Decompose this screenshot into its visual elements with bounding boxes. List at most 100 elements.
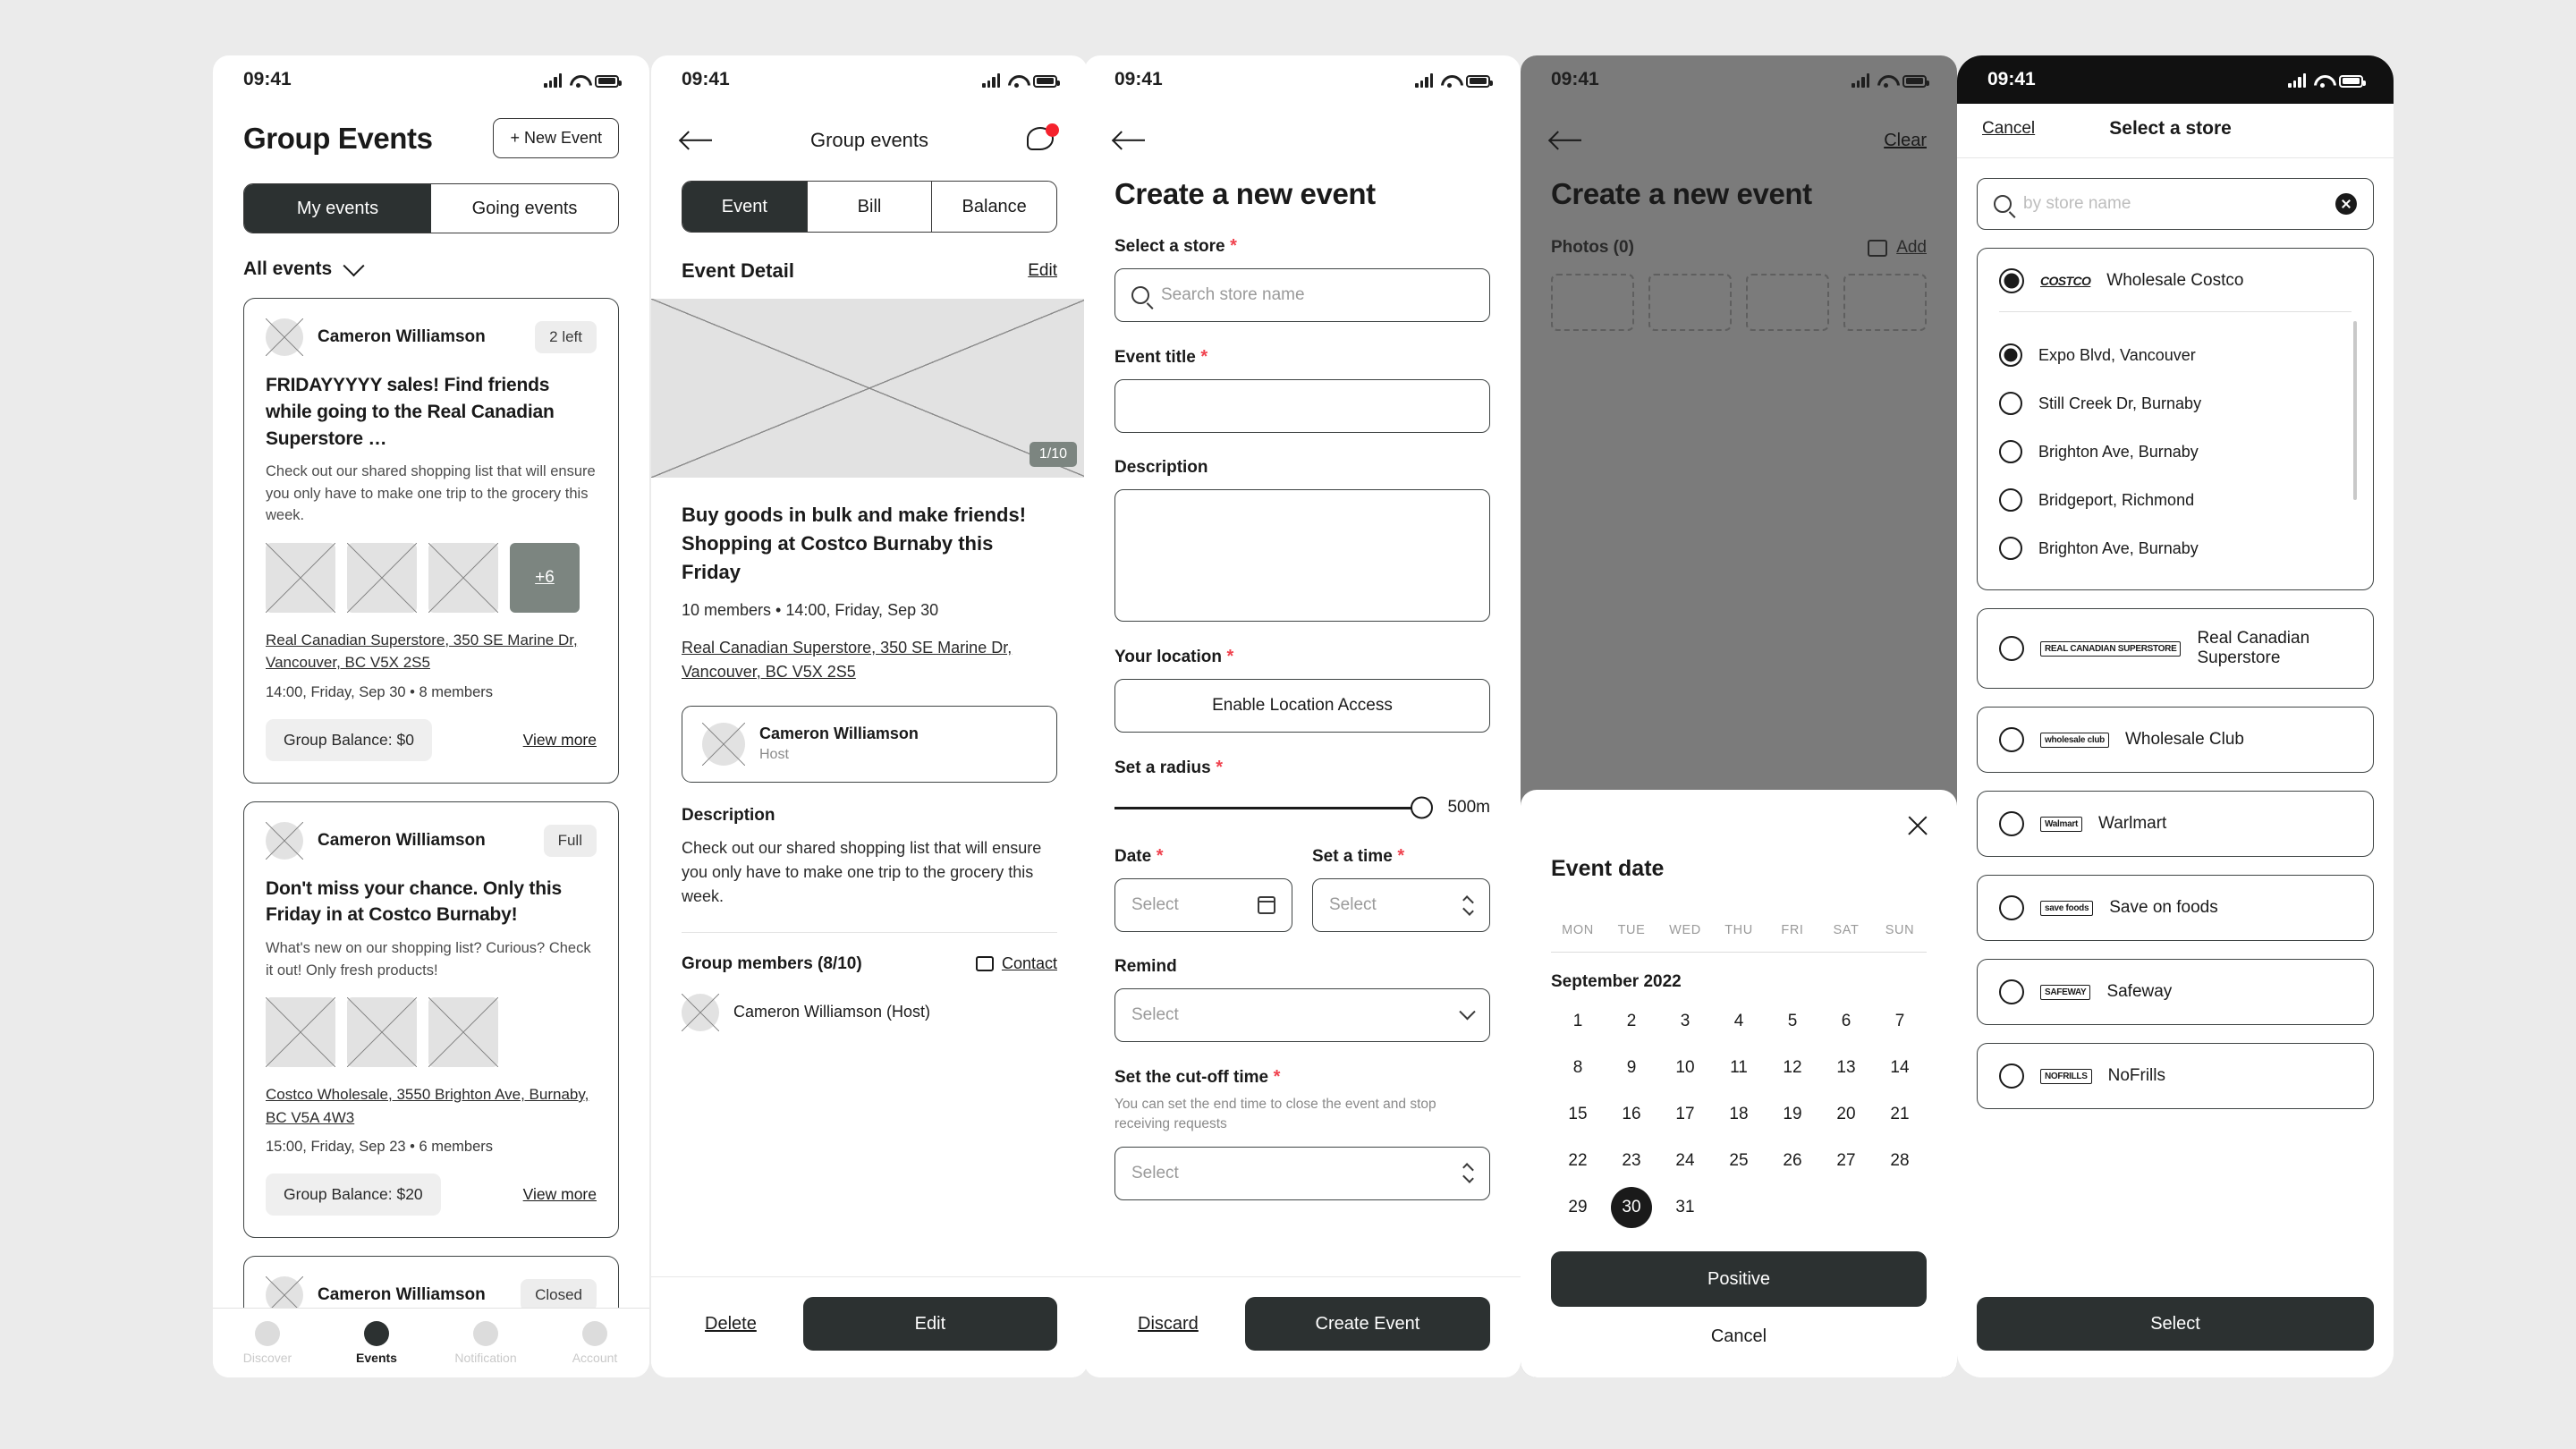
store-radio[interactable] [1999, 1063, 2024, 1089]
calendar-day[interactable]: 26 [1766, 1140, 1819, 1182]
calendar-day[interactable]: 9 [1605, 1047, 1658, 1089]
member-list-item[interactable]: Cameron Williamson (Host) [682, 993, 1057, 1031]
photo-slot[interactable] [1648, 274, 1732, 331]
branch-radio[interactable] [1999, 392, 2022, 415]
host-card[interactable]: Cameron Williamson Host [682, 705, 1057, 783]
more-photos-button[interactable]: +6 [510, 542, 580, 613]
create-event-button[interactable]: Create Event [1244, 1297, 1490, 1351]
radius-slider[interactable]: 500m [1114, 796, 1490, 819]
branch-radio[interactable] [1999, 440, 2022, 463]
store-row[interactable]: save foods Save on foods [1999, 895, 2351, 920]
calendar-day[interactable]: 19 [1766, 1094, 1819, 1135]
store-radio[interactable] [1999, 636, 2024, 661]
delete-button[interactable]: Delete [682, 1314, 780, 1335]
calendar-day[interactable]: 30 [1611, 1187, 1652, 1228]
store-row[interactable]: REAL CANADIAN SUPERSTORE Real Canadian Su… [1999, 629, 2351, 668]
clear-link[interactable]: Clear [1884, 131, 1927, 151]
store-branch-item[interactable]: Still Creek Dr, Burnaby [1999, 382, 2351, 425]
new-event-button[interactable]: + New Event [493, 118, 619, 158]
enable-location-access-button[interactable]: Enable Location Access [1114, 679, 1490, 733]
tab-balance[interactable]: Balance [931, 182, 1056, 232]
store-row[interactable]: Walmart Warlmart [1999, 811, 2351, 836]
store-list-item[interactable]: Walmart Warlmart [1977, 791, 2374, 857]
description-textarea[interactable] [1114, 489, 1490, 622]
branch-scrollbar[interactable] [2353, 321, 2357, 500]
calendar-day[interactable]: 8 [1551, 1047, 1605, 1089]
calendar-day[interactable]: 15 [1551, 1094, 1605, 1135]
store-list-item[interactable]: SAFEWAY Safeway [1977, 959, 2374, 1025]
event-card[interactable]: Cameron Williamson Full Don't miss your … [243, 801, 619, 1239]
calendar-day[interactable]: 4 [1712, 1001, 1766, 1042]
calendar-day[interactable]: 10 [1658, 1047, 1712, 1089]
store-branch-item[interactable]: Brighton Ave, Burnaby [1999, 430, 2351, 473]
calendar-day[interactable]: 2 [1605, 1001, 1658, 1042]
calendar-day[interactable]: 13 [1819, 1047, 1873, 1089]
confirm-date-button[interactable]: Positive [1551, 1251, 1927, 1307]
store-radio[interactable] [1999, 979, 2024, 1004]
select-store-button[interactable]: Select [1977, 1297, 2374, 1351]
cancel-button[interactable]: Cancel [1982, 119, 2035, 139]
tab-account[interactable]: Account [540, 1309, 649, 1377]
event-hero-image[interactable]: 1/10 [651, 299, 1088, 478]
contact-button[interactable]: Contact [975, 954, 1057, 973]
view-more-link[interactable]: View more [523, 1185, 597, 1204]
store-radio[interactable] [1999, 268, 2024, 293]
calendar-day[interactable]: 16 [1605, 1094, 1658, 1135]
tab-going-events[interactable]: Going events [431, 184, 618, 233]
edit-button[interactable]: Edit [802, 1297, 1057, 1351]
photo-slot[interactable] [1746, 274, 1829, 331]
branch-radio[interactable] [1999, 488, 2022, 512]
add-photo-button[interactable]: Add [1868, 238, 1927, 258]
store-list-item[interactable]: COSTCO Wholesale Costco Expo Blvd, Vancouv… [1977, 248, 2374, 590]
event-card[interactable]: Cameron Williamson 2 left FRIDAYYYYY sal… [243, 298, 619, 784]
calendar-day[interactable]: 29 [1551, 1187, 1605, 1228]
calendar-day[interactable]: 1 [1551, 1001, 1605, 1042]
store-branch-item[interactable]: Expo Blvd, Vancouver [1999, 334, 2351, 377]
calendar-day[interactable]: 23 [1605, 1140, 1658, 1182]
tab-notification[interactable]: Notification [431, 1309, 540, 1377]
calendar-day[interactable]: 3 [1658, 1001, 1712, 1042]
discard-button[interactable]: Discard [1114, 1314, 1222, 1335]
view-more-link[interactable]: View more [523, 731, 597, 750]
photo-thumbnail[interactable] [428, 997, 498, 1068]
branch-radio[interactable] [1999, 537, 2022, 560]
photo-thumbnail[interactable] [266, 542, 335, 613]
calendar-day[interactable]: 7 [1873, 1001, 1927, 1042]
store-branch-item[interactable]: Brighton Ave, Burnaby [1999, 527, 2351, 570]
close-icon[interactable] [1905, 813, 1930, 838]
photo-thumbnail[interactable] [266, 997, 335, 1068]
store-row[interactable]: SAFEWAY Safeway [1999, 979, 2351, 1004]
slider-knob[interactable] [1411, 796, 1434, 819]
calendar-day[interactable]: 5 [1766, 1001, 1819, 1042]
slider-track[interactable] [1114, 796, 1434, 819]
calendar-day[interactable]: 25 [1712, 1140, 1766, 1182]
photo-thumbnail[interactable] [347, 542, 417, 613]
store-list-item[interactable]: wholesale club Wholesale Club [1977, 707, 2374, 773]
tab-discover[interactable]: Discover [213, 1309, 322, 1377]
store-list-item[interactable]: REAL CANADIAN SUPERSTORE Real Canadian Su… [1977, 608, 2374, 689]
store-radio[interactable] [1999, 727, 2024, 752]
store-row[interactable]: COSTCO Wholesale Costco [1999, 268, 2351, 293]
event-title-input[interactable] [1114, 379, 1490, 433]
calendar-day[interactable]: 14 [1873, 1047, 1927, 1089]
event-address-link[interactable]: Real Canadian Superstore, 350 SE Marine … [266, 629, 597, 674]
event-address-link[interactable]: Costco Wholesale, 3550 Brighton Ave, Bur… [266, 1083, 597, 1129]
calendar-day[interactable]: 24 [1658, 1140, 1712, 1182]
calendar-day[interactable]: 12 [1766, 1047, 1819, 1089]
photo-thumbnail[interactable] [428, 542, 498, 613]
cutoff-select[interactable]: Select [1114, 1146, 1490, 1200]
store-search-input[interactable]: by store name [1977, 178, 2374, 230]
calendar-day[interactable]: 31 [1658, 1187, 1712, 1228]
calendar-day[interactable]: 6 [1819, 1001, 1873, 1042]
calendar-day[interactable]: 22 [1551, 1140, 1605, 1182]
chat-notification-icon[interactable] [1027, 123, 1059, 154]
store-radio[interactable] [1999, 895, 2024, 920]
tab-bill[interactable]: Bill [806, 182, 932, 232]
back-arrow-icon[interactable] [1551, 131, 1581, 150]
photo-slot[interactable] [1551, 274, 1634, 331]
photo-thumbnail[interactable] [347, 997, 417, 1068]
edit-link[interactable]: Edit [1028, 261, 1057, 281]
event-address-link[interactable]: Real Canadian Superstore, 350 SE Marine … [682, 636, 1057, 684]
cancel-date-button[interactable]: Cancel [1551, 1326, 1927, 1347]
branch-radio[interactable] [1999, 343, 2022, 367]
